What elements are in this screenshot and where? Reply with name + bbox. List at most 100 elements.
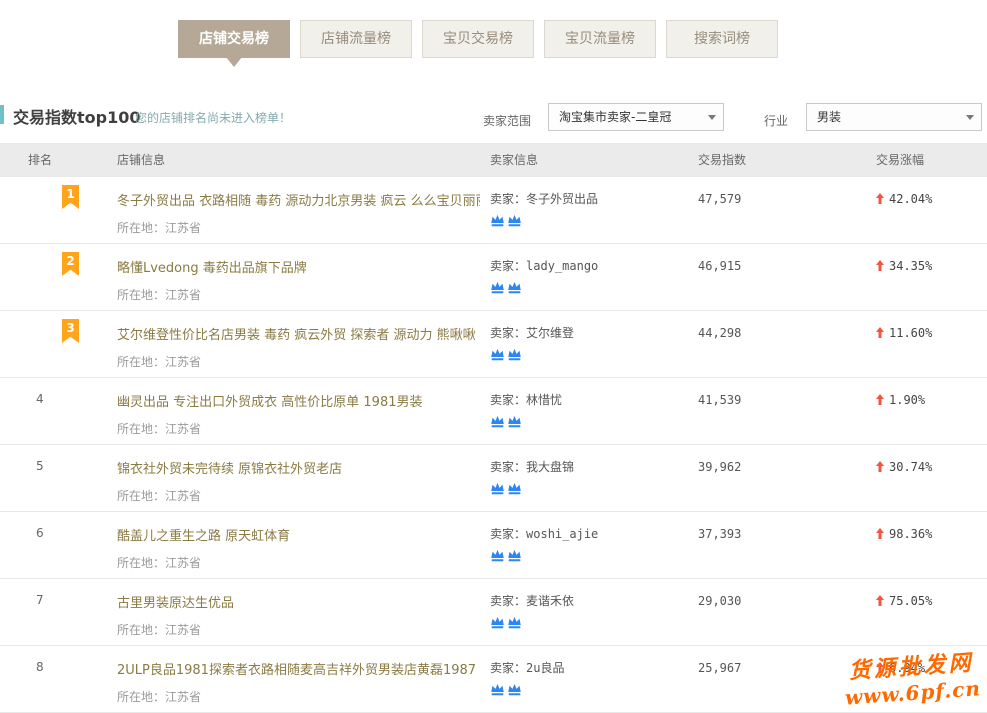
shop-name-link[interactable]: 2ULP良品1981探索者衣路相随麦高吉祥外贸男装店黄磊1987 bbox=[117, 659, 480, 678]
seller-name-link[interactable]: 麦谐禾依 bbox=[526, 594, 574, 608]
seller-crown-rating bbox=[490, 415, 698, 428]
up-arrow-icon bbox=[876, 327, 884, 338]
change-percent: 1.90% bbox=[889, 393, 925, 407]
rank-number: 5 bbox=[36, 459, 44, 473]
accent-bar bbox=[0, 105, 4, 124]
industry-select[interactable]: 男装 bbox=[806, 103, 982, 131]
crown-icon bbox=[490, 281, 505, 294]
change-percent: 34.35% bbox=[889, 259, 932, 273]
rank-number: 7 bbox=[36, 593, 44, 607]
shop-name-link[interactable]: 艾尔维登性价比名店男装 毒药 疯云外贸 探索者 源动力 熊啾啾 bbox=[117, 324, 480, 343]
seller-scope-label: 卖家范围 bbox=[483, 112, 531, 129]
change-percent: 6.94% bbox=[889, 661, 925, 675]
table-row: 4 4 幽灵出品 专注出口外贸成衣 高性价比原单 1981男装 所在地：江苏省 … bbox=[0, 378, 987, 445]
trade-index-value: 46,915 bbox=[698, 259, 741, 273]
change-percent: 75.05% bbox=[889, 594, 932, 608]
shop-name-link[interactable]: 冬子外贸出品 衣路相随 毒药 源动力北京男装 疯云 么么宝贝丽丽 bbox=[117, 190, 480, 209]
shop-location: 所在地：江苏省 bbox=[117, 487, 480, 504]
shop-name-link[interactable]: 幽灵出品 专注出口外贸成衣 高性价比原单 1981男装 bbox=[117, 391, 480, 410]
col-header-shop: 店铺信息 bbox=[90, 143, 490, 177]
change-percent: 98.36% bbox=[889, 527, 932, 541]
crown-icon bbox=[507, 281, 522, 294]
rank-notice: 您的店铺排名尚未进入榜单！ bbox=[135, 109, 291, 126]
shop-location: 所在地：江苏省 bbox=[117, 353, 480, 370]
seller-crown-rating bbox=[490, 281, 698, 294]
tab-4[interactable]: 宝贝流量榜 bbox=[544, 20, 656, 58]
col-header-rank: 排名 bbox=[0, 143, 90, 177]
table-row: 5 5 锦衣社外贸未完待续 原锦衣社外贸老店 所在地：江苏省 卖家：我大盘锦 3… bbox=[0, 445, 987, 512]
rank-number: 8 bbox=[36, 660, 44, 674]
seller-crown-rating bbox=[490, 348, 698, 361]
seller-prefix: 卖家： bbox=[490, 393, 526, 407]
tab-5[interactable]: 搜索词榜 bbox=[666, 20, 778, 58]
table-row: 8 8 2ULP良品1981探索者衣路相随麦高吉祥外贸男装店黄磊1987 所在地… bbox=[0, 646, 987, 713]
up-arrow-icon bbox=[876, 260, 884, 271]
col-header-change: 交易涨幅 bbox=[876, 143, 987, 177]
seller-prefix: 卖家： bbox=[490, 661, 526, 675]
seller-prefix: 卖家： bbox=[490, 460, 526, 474]
seller-crown-rating bbox=[490, 616, 698, 629]
change-percent: 11.60% bbox=[889, 326, 932, 340]
rank-badge: 2 bbox=[62, 252, 79, 276]
shop-location: 所在地：江苏省 bbox=[117, 420, 480, 437]
seller-name-link[interactable]: 艾尔维登 bbox=[526, 326, 574, 340]
shop-name-link[interactable]: 略懂Lvedong 毒药出品旗下品牌 bbox=[117, 257, 480, 276]
rank-badge: 3 bbox=[62, 319, 79, 343]
seller-name-link[interactable]: 林惜忧 bbox=[526, 393, 562, 407]
seller-prefix: 卖家： bbox=[490, 192, 526, 206]
table-row: 6 6 酷盖儿之重生之路 原天虹体育 所在地：江苏省 卖家：woshi_ajie… bbox=[0, 512, 987, 579]
crown-icon bbox=[507, 683, 522, 696]
trade-index-value: 41,539 bbox=[698, 393, 741, 407]
crown-icon bbox=[507, 348, 522, 361]
tab-3[interactable]: 宝贝交易榜 bbox=[422, 20, 534, 58]
crown-icon bbox=[507, 616, 522, 629]
section-header: 交易指数top100 您的店铺排名尚未进入榜单！ 卖家范围 淘宝集市卖家-二皇冠… bbox=[0, 103, 987, 133]
crown-icon bbox=[490, 415, 505, 428]
seller-name-link[interactable]: 我大盘锦 bbox=[526, 460, 574, 474]
table-body: 1 1 冬子外贸出品 衣路相随 毒药 源动力北京男装 疯云 么么宝贝丽丽 所在地… bbox=[0, 177, 987, 713]
seller-name-link[interactable]: woshi_ajie bbox=[526, 527, 598, 541]
col-header-index: 交易指数 bbox=[698, 143, 876, 177]
seller-prefix: 卖家： bbox=[490, 527, 526, 541]
shop-name-link[interactable]: 古里男装原达生优品 bbox=[117, 592, 480, 611]
seller-crown-rating bbox=[490, 482, 698, 495]
trade-index-value: 47,579 bbox=[698, 192, 741, 206]
crown-icon bbox=[507, 214, 522, 227]
rank-number: 4 bbox=[36, 392, 44, 406]
table-row: 7 7 古里男装原达生优品 所在地：江苏省 卖家：麦谐禾依 29,030 75.… bbox=[0, 579, 987, 646]
crown-icon bbox=[490, 549, 505, 562]
page-title: 交易指数top100 bbox=[13, 104, 141, 128]
up-arrow-icon bbox=[876, 595, 884, 606]
crown-icon bbox=[490, 616, 505, 629]
shop-location: 所在地：江苏省 bbox=[117, 286, 480, 303]
crown-icon bbox=[490, 683, 505, 696]
seller-scope-select[interactable]: 淘宝集市卖家-二皇冠 bbox=[548, 103, 724, 131]
rank-badge: 1 bbox=[62, 185, 79, 209]
crown-icon bbox=[490, 214, 505, 227]
seller-name-link[interactable]: 冬子外贸出品 bbox=[526, 192, 598, 206]
crown-icon bbox=[507, 415, 522, 428]
shop-name-link[interactable]: 锦衣社外贸未完待续 原锦衣社外贸老店 bbox=[117, 458, 480, 477]
seller-name-link[interactable]: lady_mango bbox=[526, 259, 598, 273]
tab-1[interactable]: 店铺交易榜 bbox=[178, 20, 290, 58]
seller-scope-value: 淘宝集市卖家-二皇冠 bbox=[559, 110, 671, 124]
seller-name-link[interactable]: 2u良品 bbox=[526, 661, 564, 675]
table-row: 1 1 冬子外贸出品 衣路相随 毒药 源动力北京男装 疯云 么么宝贝丽丽 所在地… bbox=[0, 177, 987, 244]
up-arrow-icon bbox=[876, 528, 884, 539]
chevron-down-icon bbox=[966, 115, 974, 124]
tab-2[interactable]: 店铺流量榜 bbox=[300, 20, 412, 58]
tab-bar: 店铺交易榜店铺流量榜宝贝交易榜宝贝流量榜搜索词榜 bbox=[178, 20, 778, 58]
shop-location: 所在地：江苏省 bbox=[117, 219, 480, 236]
trade-index-value: 44,298 bbox=[698, 326, 741, 340]
seller-prefix: 卖家： bbox=[490, 259, 526, 273]
up-arrow-icon bbox=[876, 662, 884, 673]
shop-name-link[interactable]: 酷盖儿之重生之路 原天虹体育 bbox=[117, 525, 480, 544]
seller-crown-rating bbox=[490, 683, 698, 696]
ranking-table: 排名 店铺信息 卖家信息 交易指数 交易涨幅 1 1 冬子外贸出品 衣路相随 毒… bbox=[0, 143, 987, 713]
rank-number: 6 bbox=[36, 526, 44, 540]
chevron-down-icon bbox=[708, 115, 716, 124]
seller-prefix: 卖家： bbox=[490, 326, 526, 340]
seller-crown-rating bbox=[490, 214, 698, 227]
change-percent: 30.74% bbox=[889, 460, 932, 474]
shop-location: 所在地：江苏省 bbox=[117, 554, 480, 571]
